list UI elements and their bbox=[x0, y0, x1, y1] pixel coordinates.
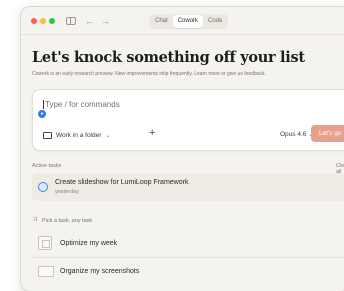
composer: ● Work in a folder ⌄ + Opus 4.6 ⌄ Let's … bbox=[32, 89, 344, 151]
task-timestamp: yesterday bbox=[55, 189, 79, 195]
forward-arrow-icon[interactable]: → bbox=[101, 16, 110, 26]
close-window-button[interactable] bbox=[31, 18, 37, 24]
folder-icon bbox=[43, 131, 52, 139]
suggestion-label: Optimize my week bbox=[60, 240, 118, 247]
task-status-icon bbox=[38, 182, 48, 192]
maximize-window-button[interactable] bbox=[49, 18, 55, 24]
sidebar-toggle-icon[interactable] bbox=[66, 17, 76, 25]
app-window: ← → Chat Cowork Code Let's knock somethi… bbox=[20, 6, 344, 291]
suggestions-label: Pick a task, any task bbox=[42, 218, 93, 224]
title-bar: ← → Chat Cowork Code bbox=[21, 7, 344, 35]
tab-cowork[interactable]: Cowork bbox=[172, 15, 204, 28]
shuffle-icon: ⤨ bbox=[32, 217, 37, 223]
page-subtitle: Cowork is an early research preview. New… bbox=[32, 71, 266, 77]
work-in-folder-button[interactable]: Work in a folder ⌄ bbox=[43, 129, 110, 141]
model-selector[interactable]: Opus 4.6 ⌄ bbox=[280, 131, 313, 138]
suggestion-item[interactable]: Organize my screenshots bbox=[32, 259, 344, 285]
go-button-label: Let's go bbox=[318, 130, 342, 137]
minimize-window-button[interactable] bbox=[40, 18, 46, 24]
add-button[interactable]: + bbox=[149, 127, 155, 139]
folder-icon bbox=[38, 266, 54, 277]
task-title: Create slideshow for LumiLoop Framework bbox=[55, 179, 189, 186]
page-title: Let's knock something off your list bbox=[32, 49, 305, 66]
divider bbox=[32, 257, 344, 258]
lets-go-button[interactable]: Let's go → bbox=[311, 125, 344, 142]
task-row[interactable]: Create slideshow for LumiLoop Framework … bbox=[32, 173, 344, 201]
mode-tabs: Chat Cowork Code bbox=[149, 14, 229, 29]
model-label: Opus 4.6 bbox=[280, 131, 307, 138]
suggestion-item[interactable]: Optimize my week bbox=[32, 231, 344, 257]
chevron-down-icon: ⌄ bbox=[105, 132, 111, 139]
blue-dot-icon: ● bbox=[38, 110, 46, 118]
active-tasks-label: Active tasks bbox=[32, 163, 62, 169]
tab-chat[interactable]: Chat bbox=[150, 15, 173, 28]
tab-code[interactable]: Code bbox=[203, 15, 227, 28]
folder-button-label: Work in a folder bbox=[56, 131, 102, 139]
calendar-icon bbox=[38, 236, 52, 250]
command-input[interactable] bbox=[43, 100, 243, 109]
back-arrow-icon[interactable]: ← bbox=[85, 16, 94, 26]
suggestion-label: Organize my screenshots bbox=[60, 268, 140, 275]
